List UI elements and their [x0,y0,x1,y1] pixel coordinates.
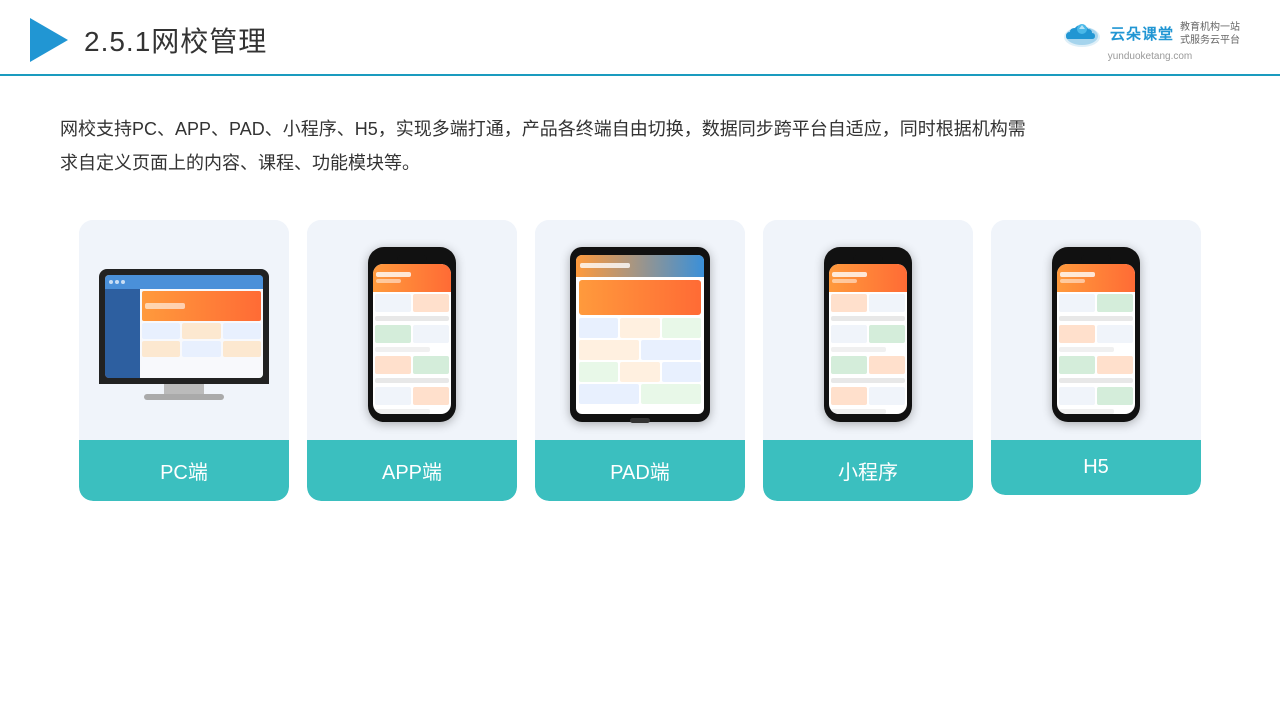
cloud-icon [1060,19,1104,49]
card-pc-label: PC端 [79,440,289,501]
tablet-mockup [570,247,710,422]
description-paragraph: 网校支持PC、APP、PAD、小程序、H5，实现多端打通，产品各终端自由切换，数… [60,112,1040,180]
card-pc: PC端 [79,220,289,501]
logo-area: 云朵课堂 教育机构一站 式服务云平台 yunduoketang.com [1060,19,1240,62]
card-h5-image [991,220,1201,440]
card-pad-image [535,220,745,440]
card-pad-label: PAD端 [535,440,745,501]
description-text: 网校支持PC、APP、PAD、小程序、H5，实现多端打通，产品各终端自由切换，数… [0,76,1100,200]
card-app-image [307,220,517,440]
card-miniprogram-label: 小程序 [763,440,973,501]
phone-mockup-h5 [1052,247,1140,422]
card-app-label: APP端 [307,440,517,501]
monitor-screen [105,275,263,378]
title-text: 网校管理 [151,26,267,57]
phone-mockup-mini [824,247,912,422]
card-h5: H5 [991,220,1201,495]
phone-mockup-app [368,247,456,422]
logo-slogan-1: 教育机构一站 [1180,21,1240,34]
card-h5-label: H5 [991,440,1201,495]
page-header: 2.5.1网校管理 云朵课堂 教育机构一站 式服务云平台 yunduoketan… [0,0,1280,76]
logo-brand: 云朵课堂 [1110,23,1174,44]
card-miniprogram-image [763,220,973,440]
section-number: 2.5.1 [84,26,151,57]
card-pc-image [79,220,289,440]
logo-cloud: 云朵课堂 教育机构一站 式服务云平台 [1060,19,1240,49]
logo-slogan-2: 式服务云平台 [1180,34,1240,47]
card-app: APP端 [307,220,517,501]
header-left: 2.5.1网校管理 [30,18,267,62]
play-icon [30,18,68,62]
card-pad: PAD端 [535,220,745,501]
pc-monitor [99,269,269,400]
page-title: 2.5.1网校管理 [84,20,267,60]
cards-container: PC端 [0,200,1280,521]
monitor-body [99,269,269,384]
logo-url: yunduoketang.com [1108,51,1193,62]
card-miniprogram: 小程序 [763,220,973,501]
